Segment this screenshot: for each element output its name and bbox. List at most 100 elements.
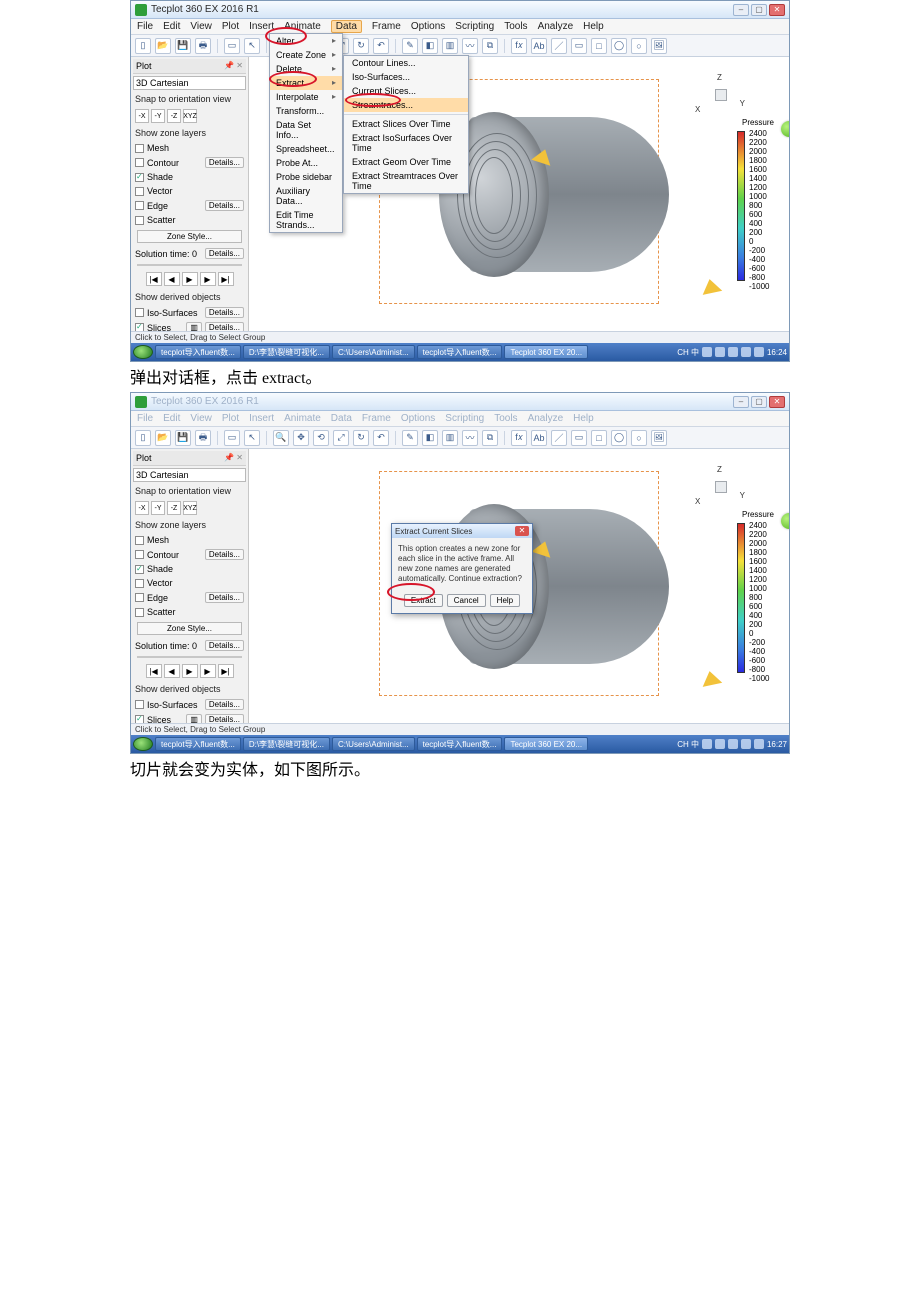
menu-frame[interactable]: Frame [372,21,401,32]
start-button[interactable] [133,345,153,359]
tray-icon[interactable] [728,347,738,357]
prev-icon[interactable]: ◀ [164,272,180,286]
shade-check[interactable] [135,173,144,182]
circle-icon[interactable]: ○ [631,38,647,54]
edge-details[interactable]: Details... [205,200,244,211]
task-item-active[interactable]: Tecplot 360 EX 20... [504,345,588,359]
slices-check[interactable] [135,323,144,331]
plot-type-select[interactable]: 3D Cartesian [136,78,189,88]
iso-check[interactable] [135,308,144,317]
save-icon[interactable]: 💾 [175,38,191,54]
menu-insert[interactable]: Insert [249,21,274,32]
text-icon[interactable]: Ab [531,38,547,54]
menu-edit[interactable]: Edit [163,21,180,32]
task-item[interactable]: C:\Users\Administ... [332,345,415,359]
maximize-button[interactable]: ▢ [751,4,767,16]
close-button[interactable]: ✕ [769,4,785,16]
menu-item[interactable]: Transform... [270,104,342,118]
scatter-check[interactable] [135,216,144,225]
view-neg-x[interactable]: -X [135,109,149,123]
function-icon[interactable]: f𝑥 [511,38,527,54]
menu-item[interactable]: Auxiliary Data... [270,184,342,208]
help-button[interactable]: Help [490,594,520,607]
submenu-item[interactable]: Contour Lines... [344,56,468,70]
ellipse-icon[interactable]: ◯ [611,38,627,54]
close-button[interactable]: ✕ [769,396,785,408]
tray-icon[interactable] [741,347,751,357]
view-neg-z[interactable]: -Z [167,109,181,123]
menu-tools[interactable]: Tools [504,21,527,32]
edge-check[interactable] [135,201,144,210]
menu-animate[interactable]: Animate [284,21,321,32]
menu-analyze[interactable]: Analyze [538,21,574,32]
menu-data[interactable]: Data [331,20,362,33]
time-slider[interactable] [137,264,242,266]
menu-plot[interactable]: Plot [222,21,239,32]
task-item[interactable]: tecplot导入fluent数... [155,345,241,359]
undo-icon[interactable]: ↶ [373,38,389,54]
contour-icon[interactable]: ◧ [422,38,438,54]
menu-item[interactable]: Probe sidebar [270,170,342,184]
extract-button[interactable]: Extract [404,594,443,607]
view-xyz[interactable]: XYZ [183,109,197,123]
axis-triad[interactable]: Z Y X [699,75,743,119]
contour-details[interactable]: Details... [205,157,244,168]
submenu-item[interactable]: Extract Streamtraces Over Time [344,169,468,193]
slice-icon-btn[interactable]: ▥ [186,322,202,331]
menu-item[interactable]: Edit Time Strands... [270,208,342,232]
extract-icon[interactable]: ⧉ [482,38,498,54]
submenu-item[interactable]: Extract IsoSurfaces Over Time [344,131,468,155]
select-icon[interactable]: ▭ [224,38,240,54]
submenu-item[interactable]: Iso-Surfaces... [344,70,468,84]
pointer-icon[interactable]: ↖ [244,38,260,54]
image-icon[interactable]: 🖼 [651,38,667,54]
probe-icon[interactable]: ✎ [402,38,418,54]
vector-check[interactable] [135,187,144,196]
menu-file[interactable]: File [137,21,153,32]
menu-scripting[interactable]: Scripting [455,21,494,32]
contour-check[interactable] [135,158,144,167]
panel-pin-icon[interactable]: 📌 ✕ [224,61,243,71]
menu-item[interactable]: Interpolate▸ [270,90,342,104]
next-icon[interactable]: ▶ [200,272,216,286]
zone-style-button[interactable]: Zone Style... [137,230,242,243]
menu-item[interactable]: Data Set Info... [270,118,342,142]
task-item[interactable]: tecplot导入fluent数... [417,345,503,359]
minimize-button[interactable]: – [733,396,749,408]
menu-view[interactable]: View [190,21,212,32]
menu-item[interactable]: Alter▸ [270,34,342,48]
line-icon[interactable]: ／ [551,38,567,54]
tray-icon[interactable] [754,347,764,357]
solution-details[interactable]: Details... [205,248,244,259]
minimize-button[interactable]: – [733,4,749,16]
menu-options[interactable]: Options [411,21,445,32]
slice-icon[interactable]: ▥ [442,38,458,54]
submenu-item[interactable]: Extract Geom Over Time [344,155,468,169]
open-icon[interactable]: 📂 [155,38,171,54]
dialog-close-icon[interactable]: ✕ [515,526,529,536]
tray-icon[interactable] [715,347,725,357]
menu-item[interactable]: Create Zone▸ [270,48,342,62]
play-icon[interactable]: ▶ [182,272,198,286]
menu-item[interactable]: Extract▸ [270,76,342,90]
last-icon[interactable]: ▶| [218,272,234,286]
maximize-button[interactable]: ▢ [751,396,767,408]
clock[interactable]: 16:27 [767,740,787,749]
stream-icon[interactable]: 〰 [462,38,478,54]
menu-item[interactable]: Probe At... [270,156,342,170]
start-button[interactable] [133,737,153,751]
view-neg-y[interactable]: -Y [151,109,165,123]
rect-icon[interactable]: ▭ [571,38,587,54]
square-icon[interactable]: □ [591,38,607,54]
first-icon[interactable]: |◀ [146,272,162,286]
task-item[interactable]: D:\李慧\裂缝可视化... [243,345,330,359]
submenu-item[interactable]: Current Slices... [344,84,468,98]
clock[interactable]: 16:24 [767,348,787,357]
submenu-item[interactable]: Extract Slices Over Time [344,117,468,131]
menu-item[interactable]: Delete▸ [270,62,342,76]
redraw-icon[interactable]: ↻ [353,38,369,54]
cancel-button[interactable]: Cancel [447,594,486,607]
new-icon[interactable]: ▯ [135,38,151,54]
menu-item[interactable]: Spreadsheet... [270,142,342,156]
mesh-check[interactable] [135,144,144,153]
